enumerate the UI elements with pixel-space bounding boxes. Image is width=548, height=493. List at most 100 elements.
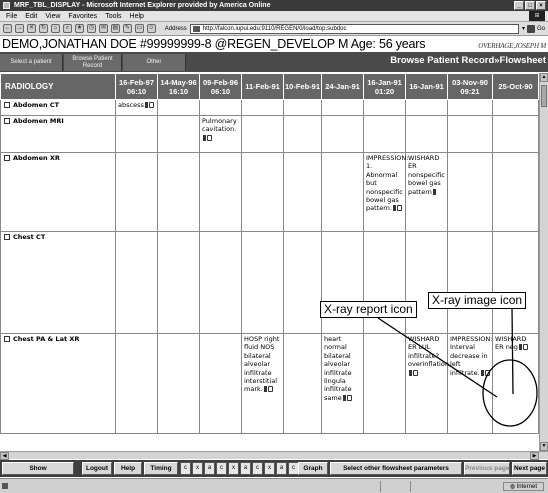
xray-report-icon[interactable] xyxy=(432,188,436,195)
legend-icon[interactable]: c xyxy=(180,462,191,475)
xray-report-icon[interactable] xyxy=(203,134,206,141)
result-cell xyxy=(115,231,158,334)
search-icon[interactable]: ⌕ xyxy=(62,24,72,33)
legend-icon[interactable]: x xyxy=(228,462,239,475)
result-cell xyxy=(157,152,200,232)
result-cell: IMPRESSION: Interval decrease in left in… xyxy=(447,333,493,434)
xray-image-icon[interactable] xyxy=(267,386,273,393)
globe-icon: ◍ xyxy=(509,484,517,490)
vertical-scrollbar[interactable]: ▲ ▼ xyxy=(539,73,548,451)
horizontal-scrollbar[interactable]: ◀ ▶ xyxy=(0,451,548,460)
legend-icon[interactable]: x xyxy=(192,462,203,475)
xray-report-icon[interactable] xyxy=(263,386,267,393)
result-cell xyxy=(363,99,406,116)
status-divider xyxy=(410,481,411,492)
menu-favorites[interactable]: Favorites xyxy=(68,13,97,20)
row-label-text: Abdomen CT xyxy=(13,101,60,109)
scroll-right-icon[interactable]: ▶ xyxy=(530,452,539,460)
date-column-header: 03-Nov-90 09:21 xyxy=(447,73,493,100)
legend-icon[interactable]: a xyxy=(276,462,287,475)
row-checkbox[interactable] xyxy=(4,155,10,161)
print-icon[interactable]: ▤ xyxy=(110,24,120,33)
row-checkbox[interactable] xyxy=(4,336,10,342)
menu-view[interactable]: View xyxy=(45,13,60,20)
forward-icon[interactable]: → xyxy=(14,24,24,33)
xray-image-icon[interactable] xyxy=(484,369,490,376)
result-cell xyxy=(447,99,493,116)
xray-image-icon[interactable] xyxy=(346,394,352,401)
result-text: IMPRESSION: 1. Abnormal but nonspecific … xyxy=(366,154,409,213)
row-checkbox[interactable] xyxy=(4,118,10,124)
address-input[interactable]: http://falcon.iupui.edu:9110/REGEN/0/loa… xyxy=(189,23,519,34)
xray-image-icon[interactable] xyxy=(207,134,212,141)
row-checkbox[interactable] xyxy=(4,102,10,108)
column-time: 16:10 xyxy=(168,86,189,96)
xray-report-icon[interactable] xyxy=(518,344,522,351)
minimize-button[interactable]: _ xyxy=(514,1,524,10)
column-date: 16-Feb-97 xyxy=(118,77,154,87)
xray-report-icon[interactable] xyxy=(409,369,412,376)
result-cell xyxy=(115,115,158,153)
legend-icon[interactable]: x xyxy=(264,462,275,475)
logout-button[interactable]: Logout xyxy=(82,462,112,475)
help-button[interactable]: Help xyxy=(114,462,142,475)
scroll-left-icon[interactable]: ◀ xyxy=(0,452,9,460)
maximize-button[interactable]: □ xyxy=(525,1,535,10)
refresh-icon[interactable]: ↻ xyxy=(38,24,48,33)
close-button[interactable]: × xyxy=(536,1,546,10)
tab-browse-patient-record[interactable]: Browse Patient Record xyxy=(64,54,122,71)
page-status-icon xyxy=(2,483,8,489)
select-parameters-button[interactable]: Select other flowsheet parameters xyxy=(330,462,462,475)
date-column-header: 10-Feb-91 xyxy=(283,73,322,100)
back-icon[interactable]: ← xyxy=(3,24,12,33)
xray-image-icon[interactable] xyxy=(396,205,402,212)
discuss-icon[interactable]: ▭ xyxy=(134,24,144,33)
legend-icon[interactable]: c xyxy=(252,462,263,475)
show-button[interactable]: Show xyxy=(2,462,74,475)
xray-report-icon[interactable] xyxy=(144,102,148,108)
messenger-icon[interactable]: ☺ xyxy=(146,24,156,33)
history-icon[interactable]: ◷ xyxy=(86,24,96,33)
menu-help[interactable]: Help xyxy=(130,13,144,20)
scroll-thumb[interactable] xyxy=(541,85,547,107)
xray-report-icon[interactable] xyxy=(480,369,484,376)
column-date: 16-Jan-91 xyxy=(409,82,444,91)
table-row: Abdomen CT abscess xyxy=(0,99,539,116)
xray-image-icon[interactable] xyxy=(148,102,154,108)
timing-button[interactable]: Timing xyxy=(144,462,178,475)
result-cell xyxy=(157,231,200,334)
xray-report-icon[interactable] xyxy=(392,205,396,212)
legend-icon[interactable]: c xyxy=(216,462,227,475)
result-cell: WISHARD ER neg xyxy=(492,333,539,434)
xray-image-icon[interactable] xyxy=(522,344,528,351)
home-icon[interactable]: ⌂ xyxy=(50,24,60,33)
tab-other[interactable]: Other xyxy=(123,54,186,71)
edit-icon[interactable]: ✎ xyxy=(122,24,132,33)
previous-page-button[interactable]: Previous page xyxy=(464,462,510,475)
next-page-button[interactable]: Next page xyxy=(512,462,547,475)
row-checkbox[interactable] xyxy=(4,234,10,240)
menu-file[interactable]: File xyxy=(6,13,17,20)
mail-icon[interactable]: ✉ xyxy=(98,24,108,33)
favorites-icon[interactable]: ★ xyxy=(74,24,84,33)
xray-report-icon[interactable] xyxy=(342,394,346,401)
result-cell: abscess xyxy=(115,99,158,116)
menu-tools[interactable]: Tools xyxy=(105,13,121,20)
date-column-header: 09-Feb-96 06:10 xyxy=(199,73,242,100)
legend-icon[interactable]: a xyxy=(204,462,215,475)
graph-button[interactable]: Graph xyxy=(298,462,328,475)
stop-icon[interactable]: ✕ xyxy=(26,24,36,33)
legend-icon[interactable]: a xyxy=(240,462,251,475)
tab-select-patient[interactable]: Select a patient xyxy=(0,54,63,71)
dropdown-arrow-icon[interactable]: ▾ xyxy=(522,25,525,32)
go-arrow-icon xyxy=(527,24,536,33)
result-cell: WISHARD ER nonspecific bowel gas pattern xyxy=(405,152,448,232)
menu-edit[interactable]: Edit xyxy=(25,13,37,20)
result-cell xyxy=(283,152,322,232)
result-cell xyxy=(321,99,364,116)
flowsheet-table: RADIOLOGY 16-Feb-97 06:10 14-May-96 16:10 09… xyxy=(0,73,539,434)
go-button[interactable]: ▾ Go xyxy=(522,24,545,33)
scroll-down-icon[interactable]: ▼ xyxy=(540,442,548,451)
xray-image-icon[interactable] xyxy=(413,369,418,376)
scroll-up-icon[interactable]: ▲ xyxy=(540,73,548,82)
